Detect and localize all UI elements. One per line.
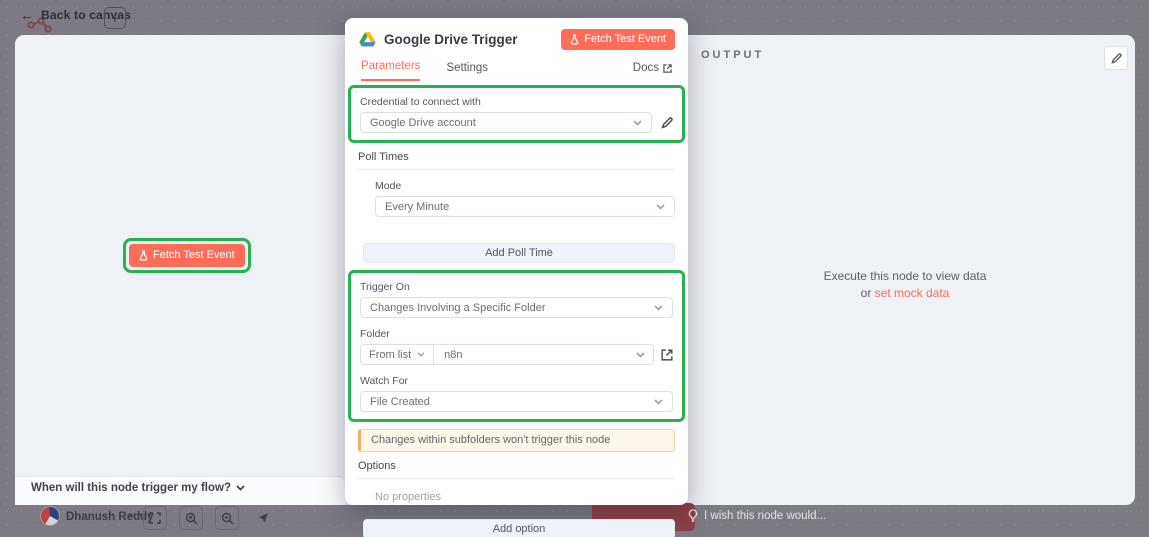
modal-header: Google Drive Trigger Fetch Test Event [345, 18, 688, 57]
folder-value: n8n [434, 349, 636, 361]
trigger-on-select[interactable]: Changes Involving a Specific Folder [360, 297, 673, 318]
set-mock-data-link[interactable]: set mock data [875, 286, 950, 300]
credential-select[interactable]: Google Drive account [360, 112, 652, 133]
output-empty-state: Execute this node to view data or set mo… [755, 268, 1055, 302]
pencil-icon [661, 117, 673, 129]
node-trigger-question-label: When will this node trigger my flow? [31, 482, 231, 494]
open-folder-link-button[interactable] [661, 349, 673, 361]
external-link-icon [663, 64, 672, 73]
fetch-test-event-button-modal[interactable]: Fetch Test Event [561, 29, 675, 50]
fetch-test-event-label: Fetch Test Event [153, 249, 235, 261]
poll-times-section: Poll Times Mode Every Minute Add Poll Ti… [345, 151, 688, 263]
edit-credential-button[interactable] [661, 117, 673, 129]
output-empty-prefix: or [861, 286, 875, 300]
fit-view-button[interactable] [143, 506, 167, 530]
chevron-down-icon [654, 399, 663, 405]
watch-for-select[interactable]: File Created [360, 391, 673, 412]
user-menu-ellipsis[interactable]: ••• [128, 509, 143, 521]
mode-value: Every Minute [385, 201, 656, 213]
flask-icon [139, 250, 148, 261]
fetch-test-event-button-canvas[interactable]: Fetch Test Event [129, 244, 245, 267]
node-trigger-question[interactable]: When will this node trigger my flow? [31, 482, 245, 494]
flask-icon [570, 34, 579, 45]
folder-mode-select[interactable]: From list [361, 345, 434, 364]
pencil-icon [1111, 53, 1122, 64]
zoom-in-button[interactable] [179, 506, 203, 530]
arrow-left-icon: ← [20, 8, 34, 22]
fetch-test-event-highlight: Fetch Test Event [123, 238, 251, 273]
chevron-down-icon [236, 485, 245, 491]
plus-icon: + [111, 10, 119, 26]
trigger-on-value: Changes Involving a Specific Folder [370, 302, 654, 314]
watch-for-label: Watch For [360, 375, 673, 387]
poll-times-title: Poll Times [358, 151, 675, 170]
chevron-down-icon [656, 204, 665, 210]
folder-resource-locator[interactable]: From list n8n [360, 344, 654, 365]
feature-wish-label: I wish this node would... [704, 510, 826, 522]
folder-label: Folder [360, 328, 673, 340]
trigger-highlight: Trigger On Changes Involving a Specific … [348, 270, 685, 422]
folder-mode-value: From list [369, 349, 411, 361]
chevron-down-icon [636, 352, 645, 358]
zoom-out-icon [221, 512, 234, 525]
zoom-out-button[interactable] [215, 506, 239, 530]
output-empty-line1: Execute this node to view data [755, 268, 1055, 285]
options-title: Options [358, 460, 675, 479]
credential-highlight: Credential to connect with Google Drive … [348, 85, 685, 143]
docs-label: Docs [633, 62, 659, 74]
add-poll-time-button[interactable]: Add Poll Time [363, 243, 675, 263]
chevron-down-icon [417, 352, 425, 357]
google-drive-icon [359, 32, 376, 48]
chevron-down-icon [654, 305, 663, 311]
mode-label: Mode [375, 180, 675, 192]
lightbulb-icon [688, 509, 698, 522]
tab-parameters[interactable]: Parameters [361, 60, 420, 81]
zoom-in-icon [185, 512, 198, 525]
fit-view-icon [149, 512, 161, 524]
modal-tabs: Parameters Settings Docs [345, 57, 688, 81]
new-tab-button[interactable]: + [104, 7, 126, 29]
output-panel-title: OUTPUT [701, 49, 764, 61]
edit-output-button[interactable] [1104, 46, 1128, 70]
options-section: Options No properties Add option [345, 460, 688, 537]
cursor-icon [257, 512, 269, 524]
chevron-down-icon [633, 120, 642, 126]
trigger-on-label: Trigger On [360, 281, 673, 293]
fetch-test-event-label: Fetch Test Event [584, 33, 666, 45]
google-drive-trigger-modal: Google Drive Trigger Fetch Test Event Pa… [345, 18, 688, 505]
no-properties-text: No properties [375, 491, 675, 503]
mode-select[interactable]: Every Minute [375, 196, 675, 217]
credential-value: Google Drive account [370, 117, 633, 129]
external-link-icon [661, 349, 673, 361]
user-avatar[interactable] [40, 506, 60, 526]
tab-settings[interactable]: Settings [446, 62, 488, 81]
subfolder-warning: Changes within subfolders won't trigger … [358, 429, 675, 452]
modal-title: Google Drive Trigger [384, 32, 561, 47]
credential-label: Credential to connect with [360, 96, 673, 108]
watch-for-value: File Created [370, 396, 654, 408]
add-option-button[interactable]: Add option [363, 519, 675, 537]
reset-zoom-button[interactable] [251, 506, 275, 530]
docs-link[interactable]: Docs [633, 62, 672, 81]
feature-wish[interactable]: I wish this node would... [688, 509, 826, 522]
